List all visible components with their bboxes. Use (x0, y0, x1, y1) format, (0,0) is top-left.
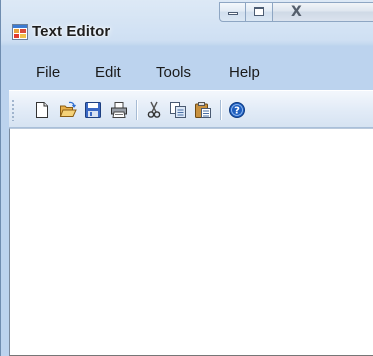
toolbar-grip[interactable] (12, 99, 14, 121)
copy-button[interactable] (169, 101, 187, 119)
maximize-icon (254, 7, 264, 16)
paste-button[interactable] (194, 101, 212, 119)
minimize-button[interactable] (219, 2, 246, 22)
application-window-icon (12, 24, 28, 40)
new-document-icon (36, 102, 48, 118)
save-disk-icon (85, 102, 101, 118)
caption-buttons: X (219, 2, 373, 22)
menu-edit[interactable]: Edit (95, 62, 121, 83)
title-bar[interactable]: Text Editor X (1, 0, 373, 48)
save-button[interactable] (84, 101, 102, 119)
menu-tools[interactable]: Tools (156, 62, 191, 83)
cut-scissors-icon (147, 101, 161, 118)
text-editor-area[interactable] (9, 128, 373, 356)
copy-icon (170, 102, 186, 118)
print-button[interactable] (110, 101, 128, 119)
paste-icon (195, 102, 211, 118)
toolbar-separator (136, 100, 137, 120)
new-document-button[interactable] (33, 101, 51, 119)
svg-text:?: ? (234, 106, 240, 117)
toolbar: ? (9, 90, 373, 128)
toolbar-separator (220, 100, 221, 120)
cut-button[interactable] (145, 101, 163, 119)
window-title: Text Editor (32, 23, 111, 40)
menu-file[interactable]: File (36, 62, 60, 83)
text-editor-window: Text Editor X File Edit Tools Help ? (0, 0, 373, 356)
open-folder-icon (59, 101, 77, 117)
menu-help[interactable]: Help (229, 62, 260, 83)
close-button[interactable]: X (273, 2, 373, 22)
maximize-button[interactable] (246, 2, 273, 22)
close-icon: X (291, 4, 302, 20)
print-icon (111, 102, 127, 118)
menu-bar: File Edit Tools Help (2, 58, 373, 84)
minimize-icon (228, 12, 238, 15)
help-icon: ? (229, 102, 245, 118)
help-button[interactable]: ? (228, 101, 246, 119)
open-button[interactable] (59, 101, 77, 119)
